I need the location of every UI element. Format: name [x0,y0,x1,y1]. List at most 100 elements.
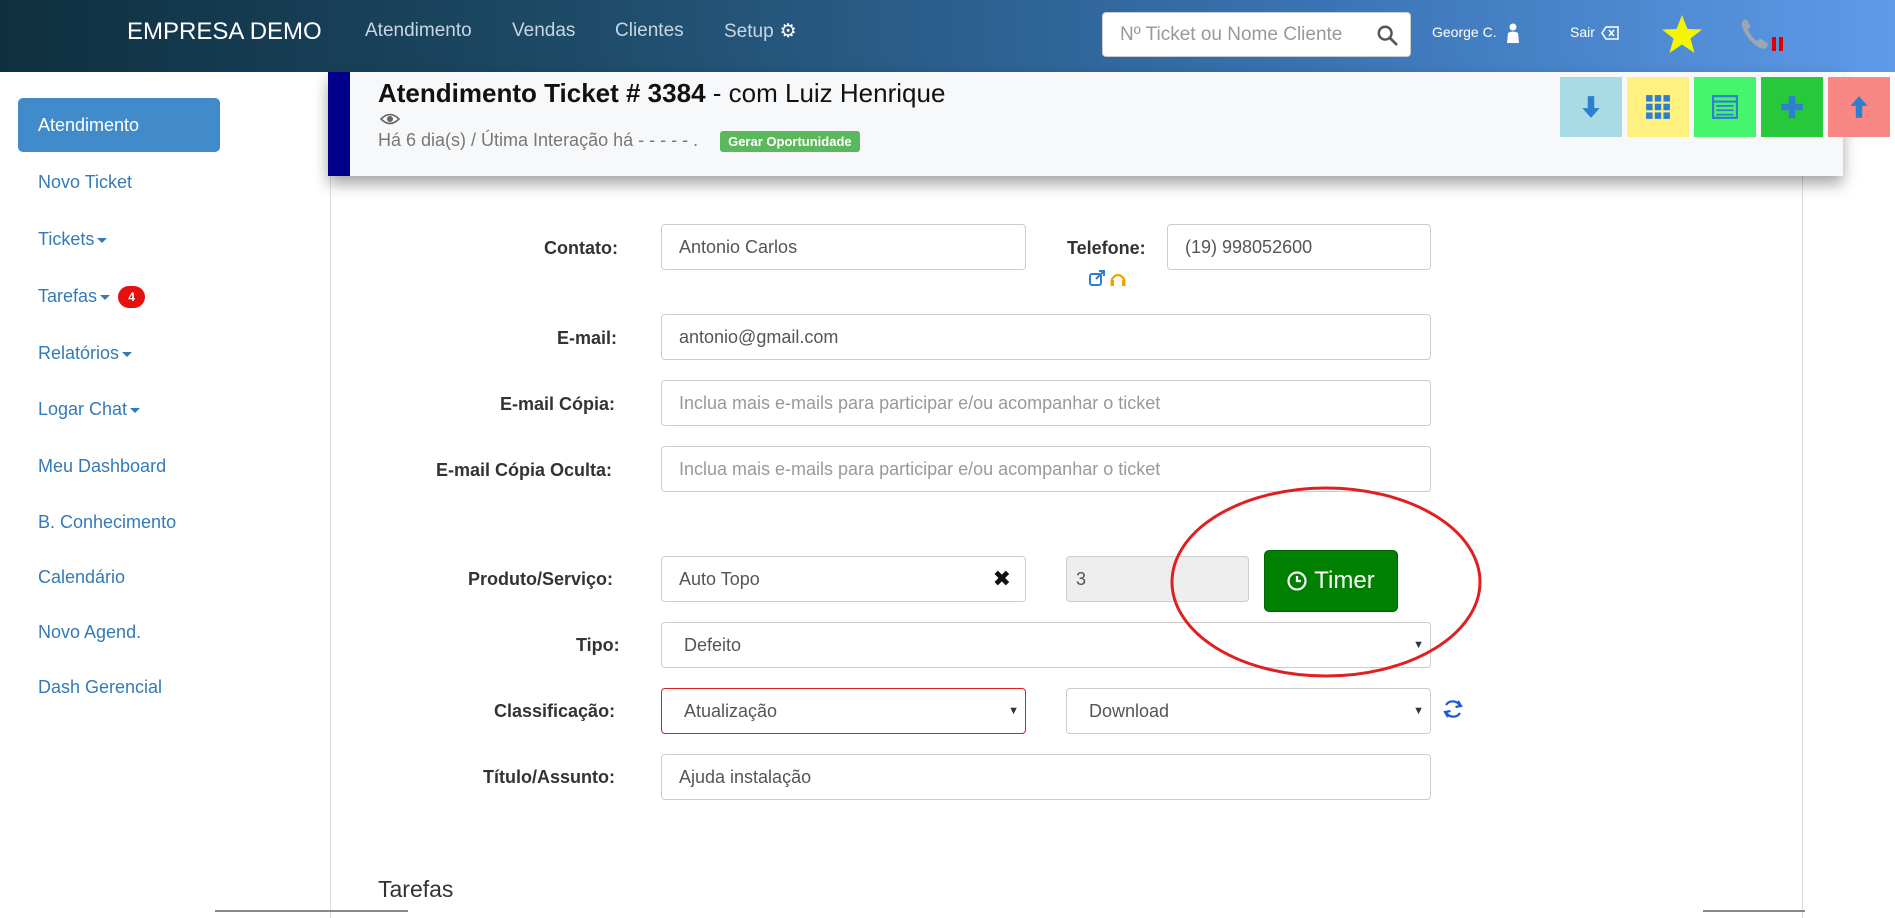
sidebar-item-relatorios[interactable]: Relatórios [18,326,220,380]
sidebar-item-label: B. Conhecimento [38,512,177,532]
email-field[interactable]: antonio@gmail.com [661,314,1431,360]
scroll-down-button[interactable] [1560,77,1622,137]
arrow-up-icon [1850,96,1868,118]
timer-button[interactable]: Timer [1264,550,1398,612]
gear-icon: ⚙ [779,21,797,42]
subclassificacao-value: Download [1089,701,1170,721]
sidebar-item-atendimento[interactable]: Atendimento [18,98,220,152]
caret-down-icon [97,237,108,243]
telefone-label: Telefone: [1067,238,1146,258]
nav-clientes[interactable]: Clientes [615,20,684,42]
page-title: Atendimento Ticket # 3384 - com Luiz Hen… [378,78,945,109]
plus-icon [1781,96,1803,118]
sidebar-item-label: Relatórios [38,343,120,363]
sidebar-item-tarefas[interactable]: Tarefas 4 [18,269,220,323]
scroll-up-button[interactable] [1828,77,1890,137]
sidebar-item-label: Novo Agend. [38,622,142,642]
produto-value: Auto Topo [679,569,760,589]
quantidade-field: 3 [1066,556,1249,602]
sidebar-item-logar-chat[interactable]: Logar Chat [18,382,220,436]
add-button[interactable] [1761,77,1823,137]
classificacao-select[interactable]: Atualização ▼ [661,688,1026,734]
classificacao-label: Classificação: [494,701,616,721]
titulo-field[interactable]: Ajuda instalação [661,754,1431,800]
sidebar-item-label: Tickets [38,229,95,249]
subclassificacao-select[interactable]: Download ▼ [1066,688,1431,734]
nav-vendas[interactable]: Vendas [512,20,575,42]
sidebar-item-label: Atendimento [38,115,140,135]
brand-logo[interactable]: EMPRESA DEMO [127,18,322,46]
headset-icon [1110,273,1126,286]
tasks-section-title: Tarefas [378,876,454,902]
ticket-age-text: Há 6 dia(s) / Útima Interação há - - - -… [378,130,699,150]
ticket-header: Atendimento Ticket # 3384 - com Luiz Hen… [328,72,1890,176]
email-cc-label: E-mail Cópia: [500,394,615,415]
ticket-number: Atendimento Ticket # 3384 [378,78,706,108]
sidebar-item-label: Logar Chat [38,399,128,419]
chevron-down-icon: ▼ [1008,705,1019,717]
caret-down-icon [100,294,111,300]
tipo-label: Tipo: [576,635,620,655]
refresh-icon[interactable] [1442,698,1464,720]
clear-icon[interactable]: ✖ [993,557,1011,601]
titulo-label: Título/Assunto: [483,767,615,787]
sidebar-item-label: Tarefas [38,286,98,306]
generate-opportunity-button[interactable]: Gerar Oportunidade [720,130,860,152]
search-input[interactable] [1103,13,1363,56]
user-icon[interactable] [1505,23,1521,43]
email-cc-label-text: E-mail Cópia [500,394,610,414]
list-button[interactable] [1694,77,1756,137]
sidebar-item-tickets[interactable]: Tickets [18,212,220,266]
sidebar-item-calendario[interactable]: Calendário [18,550,220,604]
top-navbar: EMPRESA DEMO Atendimento Vendas Clientes… [0,0,1895,72]
nav-atendimento[interactable]: Atendimento [365,20,472,42]
sidebar-item-label: Novo Ticket [38,172,133,192]
eye-icon[interactable] [380,112,400,126]
email-cc-field[interactable]: Inclua mais e-mails para participar e/ou… [661,380,1431,426]
sidebar-item-meu-dashboard[interactable]: Meu Dashboard [18,439,220,493]
email-bcc-field[interactable]: Inclua mais e-mails para participar e/ou… [661,446,1431,492]
clock-icon [1287,571,1307,591]
ticket-search [1102,12,1411,57]
grid-button[interactable] [1627,77,1689,137]
email-bcc-label: E-mail Cópia Oculta: [436,460,613,480]
grid-icon [1646,95,1670,119]
chevron-down-icon: ▼ [1413,639,1424,651]
phone-tools [1089,270,1126,286]
tasks-count-badge: 4 [118,286,146,309]
tipo-value: Defeito [684,635,742,655]
star-icon[interactable] [1660,13,1704,57]
contato-field[interactable]: Antonio Carlos [661,224,1026,270]
logout-icon[interactable] [1601,26,1619,40]
produto-label: Produto/Serviço: [468,569,614,589]
sidebar-item-dash-gerencial[interactable]: Dash Gerencial [18,660,220,714]
sidebar-item-label: Dash Gerencial [38,677,163,697]
sidebar-item-novo-ticket[interactable]: Novo Ticket [18,155,220,209]
contato-label: Contato: [544,238,618,258]
nav-setup-label: Setup [724,21,774,42]
sidebar-item-label: Meu Dashboard [38,456,167,476]
email-cc-label-colon: : [609,394,616,414]
caret-down-icon [130,407,141,413]
chevron-down-icon: ▼ [1413,705,1424,717]
produto-field[interactable]: Auto Topo ✖ [661,556,1026,602]
nav-setup[interactable]: Setup ⚙ [724,20,797,43]
arrow-down-icon [1582,96,1600,118]
classificacao-value: Atualização [684,701,778,721]
search-icon[interactable] [1376,24,1398,46]
user-name[interactable]: George C. [1432,24,1497,40]
logout-link[interactable]: Sair [1570,24,1595,40]
list-icon [1712,95,1738,119]
divider [215,910,408,912]
sidebar-item-label: Calendário [38,567,126,587]
timer-label: Timer [1314,567,1375,594]
external-link-icon [1089,270,1105,286]
caret-down-icon [122,351,133,357]
ticket-client: - com Luiz Henrique [705,78,946,108]
tipo-select[interactable]: Defeito ▼ [661,622,1431,668]
telefone-field[interactable]: (19) 998052600 [1167,224,1431,270]
sidebar-item-novo-agend[interactable]: Novo Agend. [18,605,220,659]
sidebar-item-b-conhecimento[interactable]: B. Conhecimento [18,495,220,549]
ticket-age: Há 6 dia(s) / Útima Interação há - - - -… [378,130,860,152]
phone-icon[interactable] [1740,17,1788,57]
